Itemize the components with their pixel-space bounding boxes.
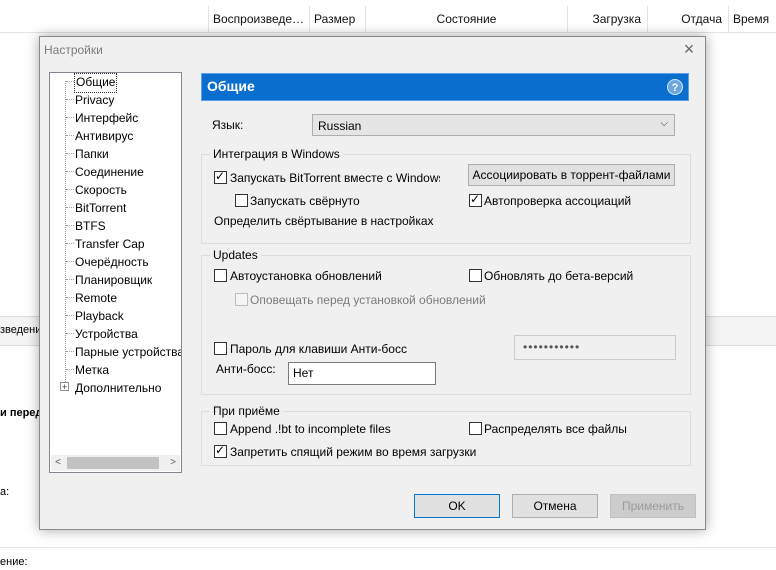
panel-title: Общие [207,78,255,94]
language-select[interactable]: Russian ⌵ [312,114,675,136]
tree-item-transfer-cap[interactable]: Transfer Cap [75,235,145,253]
language-value: Russian [318,119,362,133]
tree-item-label[interactable]: Метка [75,361,109,379]
auto-install-updates-checkbox[interactable] [214,269,227,282]
boss-key-password-label[interactable]: Пароль для клавиши Анти-босс [230,342,407,356]
scroll-right-arrow-icon[interactable]: > [166,455,180,471]
tree-item-general[interactable]: Общие [74,73,118,93]
start-with-windows-label[interactable]: Запускать BitTorrent вместе с Windows [230,171,440,185]
auto-install-updates-label[interactable]: Автоустановка обновлений [230,269,382,283]
scrollbar-thumb[interactable] [67,457,159,469]
dialog-title: Настройки [44,43,103,57]
boss-key-password-field[interactable]: ••••••••••• [514,335,676,360]
preallocate-files-checkbox[interactable] [469,422,482,435]
panel-header: Общие ? [201,73,689,101]
tree-item-advanced[interactable]: Дополнительно [75,379,161,397]
cancel-button[interactable]: Отмена [512,494,598,518]
tree-item-folders[interactable]: Папки [75,145,109,163]
column-header-playback[interactable]: Воспроизведе… [208,6,309,32]
details-tab-fragment[interactable]: зведени [0,324,41,336]
close-icon[interactable]: × [681,39,697,60]
scroll-left-arrow-icon[interactable]: < [51,455,65,471]
start-with-windows-checkbox[interactable] [214,169,227,184]
tree-item-interface[interactable]: Интерфейс [75,109,138,127]
prevent-sleep-label[interactable]: Запретить спящий режим во время загрузки [230,445,476,459]
tree-item-paired-devices[interactable]: Парные устройства [75,343,181,361]
tree-item-privacy[interactable]: Privacy [75,91,114,109]
column-header-size[interactable]: Размер [309,6,365,32]
tree-horizontal-scrollbar[interactable]: < > [51,455,180,471]
start-minimized-label[interactable]: Запускать свёрнуто [250,194,360,208]
append-bt-extension-checkbox[interactable] [214,422,227,435]
help-icon[interactable]: ? [667,79,683,95]
append-bt-extension-label[interactable]: Append .!bt to incomplete files [230,422,391,436]
prevent-sleep-checkbox[interactable] [214,443,227,458]
notify-before-install-label: Оповещать перед установкой обновлений [250,293,486,307]
minimize-note: Определить свёртывание в настройках [214,214,434,228]
auto-check-associations-label[interactable]: Автопроверка ассоциаций [484,194,631,208]
tree-item-btfs[interactable]: BTFS [75,217,106,235]
beta-updates-checkbox[interactable] [469,269,482,282]
column-header-download[interactable]: Загрузка [567,6,647,32]
details-label-fragment-3: ение: [0,556,28,568]
divider [0,547,776,548]
details-label-fragment-2: а: [0,486,10,498]
settings-category-tree[interactable]: Общие Privacy Интерфейс Антивирус Папки … [49,72,182,473]
tree-item-connection[interactable]: Соединение [75,163,144,181]
tree-item-queueing[interactable]: Очерёдность [75,253,149,271]
tree-item-antivirus[interactable]: Антивирус [75,127,133,145]
details-label-fragment: и перед [0,407,43,419]
tree-connector-line [65,81,66,386]
boss-key-label: Анти-босс: [216,362,276,376]
expand-plus-icon[interactable]: + [60,382,69,392]
windows-integration-title: Интеграция в Windows [210,147,343,161]
ok-button[interactable]: OK [414,494,500,518]
tree-item-playback[interactable]: Playback [75,307,124,325]
column-header-status[interactable]: Состояние [365,6,567,32]
tree-item-devices[interactable]: Устройства [75,325,138,343]
updates-title: Updates [210,248,261,262]
column-header-upload[interactable]: Отдача [647,6,728,32]
start-minimized-checkbox[interactable] [235,194,248,207]
settings-dialog: Настройки × Общие Privacy Интерфейс Анти… [39,36,706,530]
apply-button[interactable]: Применить [610,494,696,518]
tree-item-scheduler[interactable]: Планировщик [75,271,152,289]
tree-item-remote[interactable]: Remote [75,289,117,307]
tree-item-bittorrent[interactable]: BitTorrent [75,199,126,217]
boss-key-password-checkbox[interactable] [214,342,227,355]
chevron-down-icon: ⌵ [660,118,668,129]
boss-key-input[interactable]: Нет [288,362,436,385]
column-header-time[interactable]: Время [728,6,776,32]
notify-before-install-checkbox[interactable] [235,293,248,306]
associate-torrent-files-button[interactable]: Ассоциировать в торрент-файлами [468,164,675,186]
auto-check-associations-checkbox[interactable] [469,192,482,207]
beta-updates-label[interactable]: Обновлять до бета-версий [484,269,633,283]
language-label: Язык: [212,118,244,132]
tree-item-speed[interactable]: Скорость [75,181,127,199]
preallocate-files-label[interactable]: Распределять все файлы [484,422,627,436]
on-receive-title: При приёме [210,404,283,418]
